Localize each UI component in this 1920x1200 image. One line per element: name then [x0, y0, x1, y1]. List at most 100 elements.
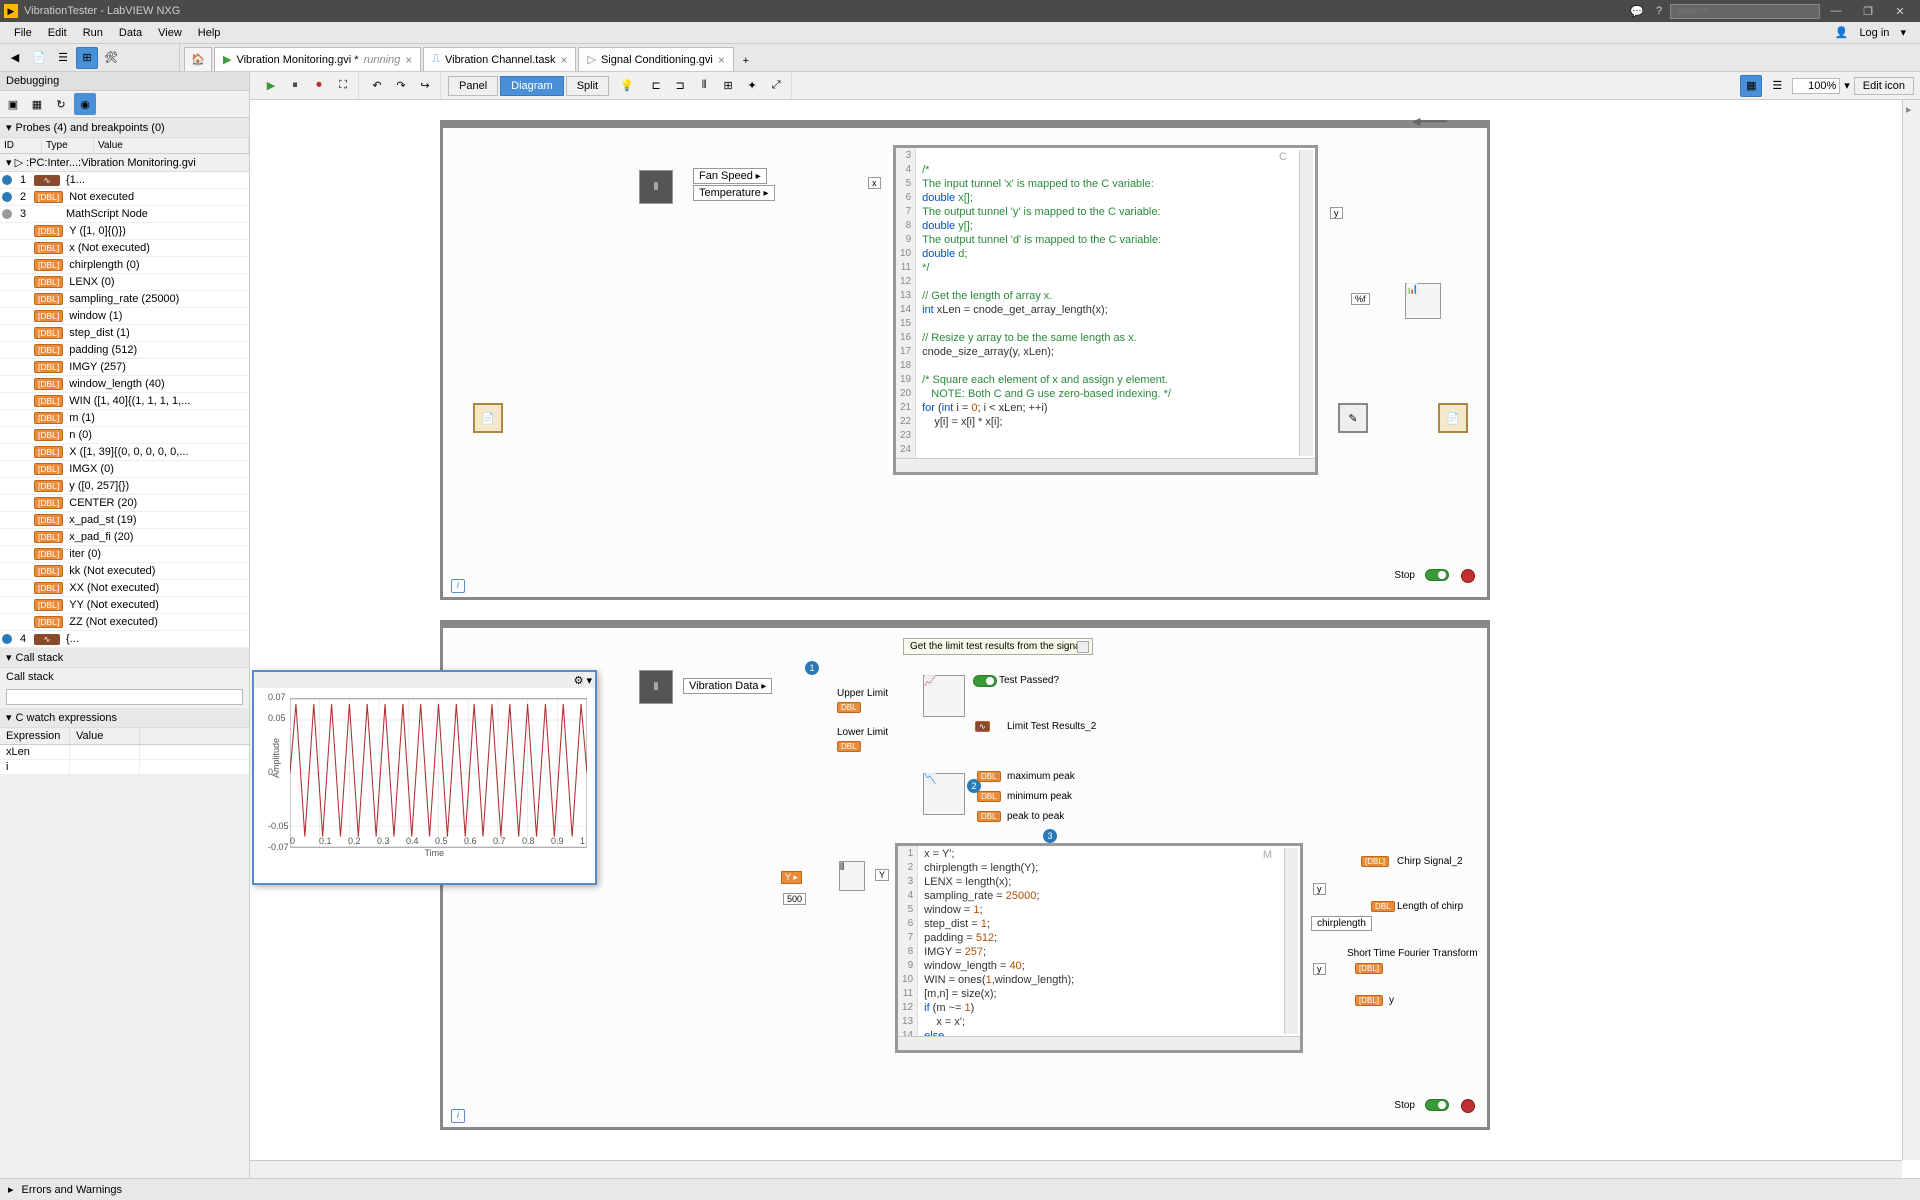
- len-chirp-badge[interactable]: DBL: [1371, 901, 1395, 912]
- y-out-terminal-3[interactable]: y: [1313, 963, 1326, 975]
- login-link[interactable]: 👤 Log in ▾: [1827, 24, 1914, 41]
- y-out-terminal[interactable]: y: [1330, 207, 1343, 219]
- search-input[interactable]: [1670, 4, 1820, 19]
- block-diagram-canvas[interactable]: ◀━━━━ 📄 ⫴ Fan Speed ▸ Temperature ▸ x C …: [250, 100, 1902, 1160]
- probe-row[interactable]: [DBL]window_length (40): [0, 376, 249, 393]
- back-button[interactable]: ◀: [4, 47, 26, 69]
- menu-help[interactable]: Help: [190, 25, 229, 41]
- view-diagram-button[interactable]: Diagram: [500, 76, 564, 96]
- home-tab[interactable]: 🏠: [184, 47, 212, 71]
- probe-row[interactable]: [DBL]m (1): [0, 410, 249, 427]
- record-button[interactable]: ⏺: [308, 75, 330, 97]
- align-center-button[interactable]: ⊐: [669, 75, 691, 97]
- menu-view[interactable]: View: [150, 25, 190, 41]
- code-text[interactable]: /* The input tunnel 'x' is mapped to the…: [916, 148, 1177, 458]
- pause-button[interactable]: ⏸: [284, 75, 306, 97]
- tab-close-button[interactable]: ×: [405, 53, 412, 67]
- minimize-button[interactable]: —: [1820, 1, 1852, 21]
- y-out-terminal-2[interactable]: y: [1313, 883, 1326, 895]
- probe-new-button[interactable]: ▣: [2, 93, 24, 115]
- tab-signal-conditioning[interactable]: ▷ Signal Conditioning.gvi ×: [578, 47, 733, 71]
- while-loop-upper[interactable]: ◀━━━━ 📄 ⫴ Fan Speed ▸ Temperature ▸ x C …: [440, 120, 1490, 600]
- probe-row[interactable]: [DBL]x_pad_fi (20): [0, 529, 249, 546]
- menu-file[interactable]: File: [6, 25, 40, 41]
- menu-edit[interactable]: Edit: [40, 25, 75, 41]
- stop-button-icon-2[interactable]: [1461, 1099, 1475, 1113]
- vibration-data-terminal[interactable]: Vibration Data ▸: [683, 678, 772, 694]
- close-button[interactable]: ✕: [1884, 1, 1916, 21]
- merge-node-2[interactable]: ⫴: [639, 670, 673, 704]
- min-peak-dbl[interactable]: DBL: [977, 791, 1001, 802]
- new-file-button[interactable]: 📄: [28, 47, 50, 69]
- align-left-button[interactable]: ⊏: [645, 75, 667, 97]
- probe-row[interactable]: 1∿{1...: [0, 172, 249, 189]
- watch-row[interactable]: xLen: [0, 745, 249, 760]
- probe-row[interactable]: [DBL]window (1): [0, 308, 249, 325]
- probe-row[interactable]: [DBL]n (0): [0, 427, 249, 444]
- stop-indicator-2[interactable]: [1425, 1099, 1449, 1111]
- callstack-input[interactable]: [6, 689, 243, 705]
- probe-expand-icon[interactable]: ▾: [586, 674, 592, 687]
- upper-limit-dbl[interactable]: DBL: [837, 702, 861, 713]
- lightbulb-icon[interactable]: 💡: [616, 75, 638, 97]
- Y-in-terminal[interactable]: Y ▸: [781, 871, 802, 884]
- probe-row[interactable]: [DBL]iter (0): [0, 546, 249, 563]
- errors-warnings-link[interactable]: Errors and Warnings: [22, 1184, 122, 1196]
- tab-vibration-monitoring[interactable]: ▶ Vibration Monitoring.gvi * running ×: [214, 47, 421, 71]
- vi-path-row[interactable]: ▾ ▷ :PC:Inter...:Vibration Monitoring.gv…: [0, 154, 249, 172]
- process-node[interactable]: ✎: [1338, 403, 1368, 433]
- view-panel-button[interactable]: Panel: [448, 76, 498, 96]
- x-terminal[interactable]: x: [868, 177, 881, 189]
- fmt-terminal[interactable]: %f: [1351, 293, 1370, 305]
- limit-results-badge[interactable]: ∿: [975, 721, 990, 732]
- chat-icon[interactable]: 💬: [1629, 3, 1645, 19]
- redo-button[interactable]: ↷: [390, 75, 412, 97]
- Y-terminal[interactable]: Y: [875, 869, 889, 881]
- step-button[interactable]: ↪: [414, 75, 436, 97]
- while-loop-lower[interactable]: Get the limit test results from the sign…: [440, 620, 1490, 1130]
- restore-button[interactable]: ❐: [1852, 1, 1884, 21]
- probe-row[interactable]: [DBL]CENTER (20): [0, 495, 249, 512]
- probe-highlight-button[interactable]: ◉: [74, 93, 96, 115]
- limit-test-node[interactable]: 📈: [923, 675, 965, 717]
- tab-close-button[interactable]: ×: [560, 53, 567, 67]
- comment-box[interactable]: Get the limit test results from the sign…: [903, 638, 1093, 655]
- right-scrollbar[interactable]: ▸: [1902, 100, 1920, 1160]
- peak-detect-node[interactable]: 📉: [923, 773, 965, 815]
- code-scrollbar[interactable]: [1284, 848, 1298, 1034]
- reorder-button[interactable]: ⤢: [765, 75, 787, 97]
- menu-data[interactable]: Data: [111, 25, 150, 41]
- p2p-dbl[interactable]: DBL: [977, 811, 1001, 822]
- bottom-scrollbar[interactable]: [250, 1160, 1902, 1178]
- watch-row[interactable]: i: [0, 760, 249, 775]
- probe-row[interactable]: 3MathScript Node: [0, 206, 249, 223]
- probe-row[interactable]: [DBL]padding (512): [0, 342, 249, 359]
- probe-row[interactable]: [DBL]chirplength (0): [0, 257, 249, 274]
- code-hscrollbar[interactable]: [896, 458, 1315, 472]
- waveform-probe-popup[interactable]: ⚙ ▾ Amplitude Time -0.07-0.0500.050.07 0…: [252, 670, 597, 885]
- cleanup-button[interactable]: ✦: [741, 75, 763, 97]
- probe-row[interactable]: [DBL]LENX (0): [0, 274, 249, 291]
- tab-close-button[interactable]: ×: [718, 53, 725, 67]
- probe-clear-button[interactable]: ▦: [26, 93, 48, 115]
- max-peak-dbl[interactable]: DBL: [977, 771, 1001, 782]
- group-button[interactable]: ⊞: [717, 75, 739, 97]
- format-node[interactable]: 📊: [1405, 283, 1441, 319]
- distribute-button[interactable]: ⫴: [693, 75, 715, 97]
- temperature-terminal[interactable]: Temperature ▸: [693, 185, 775, 201]
- code-text[interactable]: x = Y'; chirplength = length(Y); LENX = …: [918, 846, 1080, 1036]
- tools-button[interactable]: 🛠: [100, 47, 122, 69]
- bundle-node[interactable]: ⫴: [839, 861, 865, 891]
- stft-out-badge[interactable]: [DBL]: [1355, 963, 1383, 974]
- mathscript-node[interactable]: M 1234567891011121314 x = Y'; chirplengt…: [895, 843, 1303, 1053]
- zoom-input[interactable]: [1792, 78, 1840, 94]
- probe-row[interactable]: [DBL]step_dist (1): [0, 325, 249, 342]
- menu-run[interactable]: Run: [75, 25, 111, 41]
- code-scrollbar[interactable]: [1299, 150, 1313, 456]
- watch-header[interactable]: ▾ C watch expressions: [0, 708, 249, 728]
- probe-row[interactable]: [DBL]IMGY (257): [0, 359, 249, 376]
- grid-toggle-button[interactable]: ▦: [1740, 75, 1762, 97]
- probe-row[interactable]: 2[DBL]Not executed: [0, 189, 249, 206]
- probe-row[interactable]: [DBL]XX (Not executed): [0, 580, 249, 597]
- probe-row[interactable]: [DBL]kk (Not executed): [0, 563, 249, 580]
